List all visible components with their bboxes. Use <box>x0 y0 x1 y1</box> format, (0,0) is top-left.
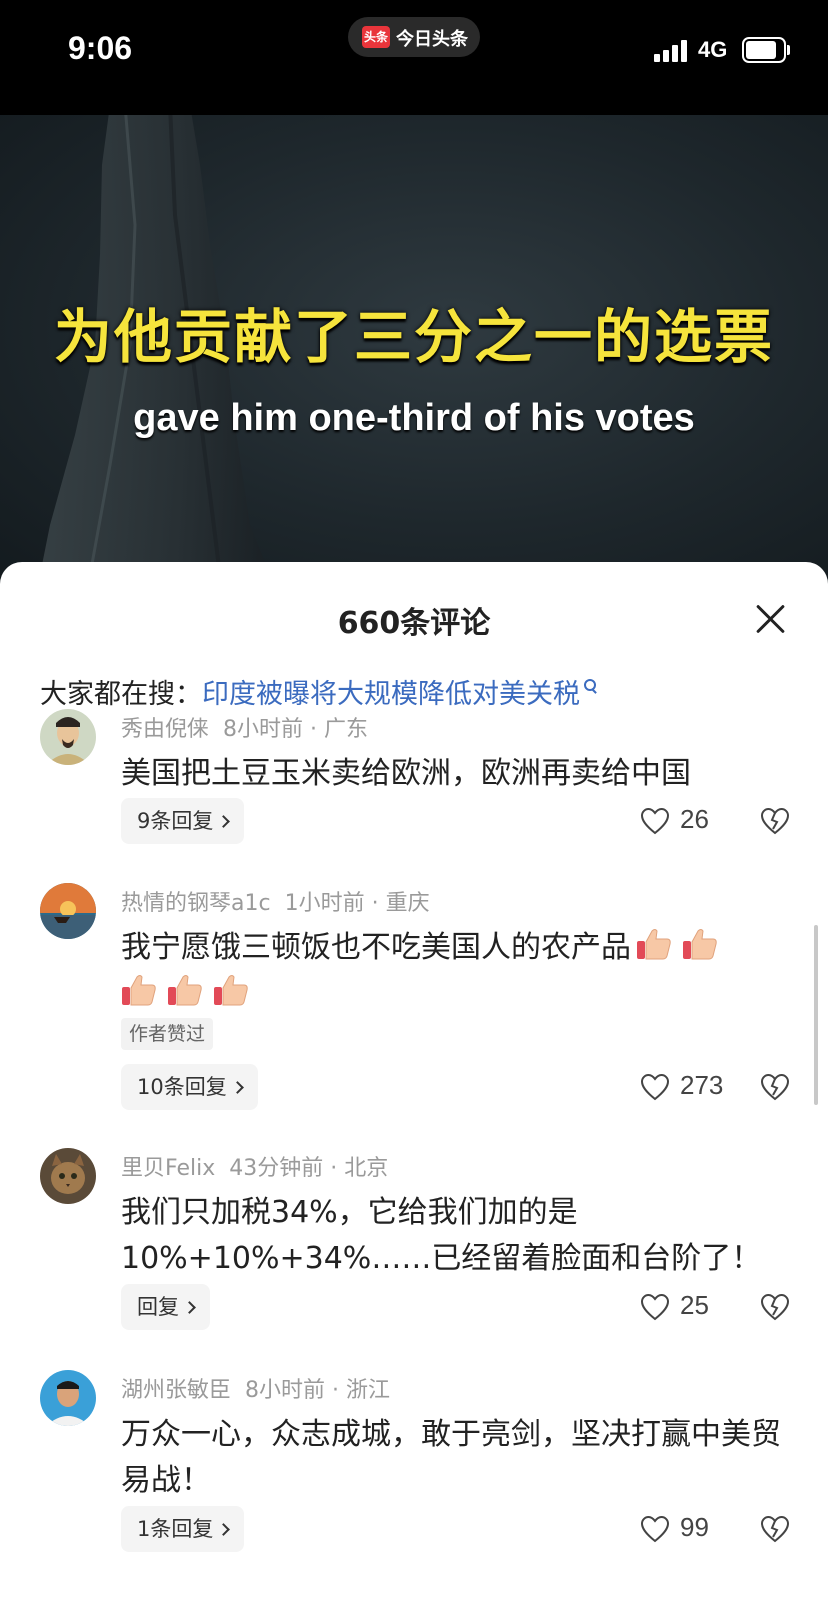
chevron-right-icon <box>230 1081 244 1094</box>
like-count: 26 <box>680 804 709 834</box>
comments-count-title: 660条评论 <box>337 606 491 641</box>
trending-search: 大家都在搜：印度被曝将大规模降低对美关税 <box>40 672 598 711</box>
signal-icon <box>654 38 690 62</box>
heart-icon <box>640 1073 670 1101</box>
comment-time: 8小时前 <box>245 1378 326 1403</box>
comment-time: 43分钟前 <box>229 1156 324 1181</box>
comment-meta: 湖州张敏臣 8小时前 · 浙江 <box>121 1378 391 1403</box>
search-icon[interactable] <box>584 679 598 693</box>
author-liked-badge: 作者赞过 <box>121 1018 214 1050</box>
dislike-icon[interactable] <box>760 1515 790 1543</box>
thumbs-up-emoji <box>636 927 672 961</box>
comment-location: 北京 <box>344 1156 389 1181</box>
comment-location: 重庆 <box>385 891 430 916</box>
close-icon[interactable] <box>754 602 788 636</box>
reply-label: 回复 <box>137 1295 179 1319</box>
avatar[interactable] <box>40 709 96 765</box>
app-name: 今日头条 <box>396 29 468 50</box>
heart-icon <box>640 1515 670 1543</box>
chevron-right-icon <box>217 1523 231 1536</box>
dislike-icon[interactable] <box>760 1293 790 1321</box>
avatar[interactable] <box>40 1370 96 1426</box>
status-bar: 9:06 头条 今日头条 4G <box>0 0 828 115</box>
avatar[interactable] <box>40 1148 96 1204</box>
comment-username[interactable]: 热情的钢琴a1c <box>121 891 271 916</box>
like-count: 25 <box>680 1290 709 1320</box>
view-replies-button[interactable]: 9条回复 <box>121 798 245 844</box>
reply-button[interactable]: 回复 <box>121 1284 210 1330</box>
comment-username[interactable]: 里贝Felix <box>121 1156 215 1181</box>
heart-icon <box>640 1293 670 1321</box>
thumbs-up-emoji <box>213 973 249 1007</box>
comment-username[interactable]: 湖州张敏臣 <box>121 1378 231 1403</box>
comment-location: 浙江 <box>346 1378 391 1403</box>
comments-sheet: 660条评论 大家都在搜：印度被曝将大规模降低对美关税 秀由倪俫 8小时前 · 广… <box>0 562 828 1613</box>
status-time: 9:06 <box>68 30 133 66</box>
like-button[interactable]: 26 <box>640 798 740 844</box>
thumbs-up-emoji <box>167 973 203 1007</box>
video-player[interactable]: 为他贡献了三分之一的选票 gave him one-third of his v… <box>0 115 828 585</box>
video-subtitle-en: gave him one-third of his votes <box>133 397 695 439</box>
dislike-icon[interactable] <box>760 1073 790 1101</box>
like-count: 99 <box>680 1512 709 1542</box>
comment-text: 美国把土豆玉米卖给欧洲，欧洲再卖给中国 <box>121 756 691 791</box>
chevron-right-icon <box>217 815 231 828</box>
network-type: 4G <box>698 37 728 62</box>
thumbs-up-emoji <box>121 973 157 1007</box>
comment-text: 我们只加税34%，它给我们加的是10%+10%+34%……已经留着脸面和台阶了！ <box>121 1195 762 1276</box>
app-indicator[interactable]: 头条 今日头条 <box>348 17 480 57</box>
scrollbar[interactable] <box>814 925 818 1105</box>
view-replies-button[interactable]: 10条回复 <box>121 1064 258 1110</box>
chevron-right-icon <box>183 1301 196 1314</box>
comment-location: 广东 <box>324 717 369 742</box>
like-button[interactable]: 273 <box>640 1064 740 1110</box>
comment-meta: 秀由倪俫 8小时前 · 广东 <box>121 717 369 742</box>
view-replies-label: 1条回复 <box>137 1517 214 1541</box>
dislike-icon[interactable] <box>760 807 790 835</box>
comment-time: 1小时前 <box>284 891 365 916</box>
like-button[interactable]: 99 <box>640 1506 740 1552</box>
view-replies-button[interactable]: 1条回复 <box>121 1506 245 1552</box>
view-replies-label: 9条回复 <box>137 809 214 833</box>
comment-meta: 里贝Felix 43分钟前 · 北京 <box>121 1156 389 1181</box>
trending-search-label: 大家都在搜： <box>40 679 202 710</box>
trending-search-link[interactable]: 印度被曝将大规模降低对美关税 <box>202 679 580 710</box>
comment-username[interactable]: 秀由倪俫 <box>121 717 209 742</box>
thumbs-up-emoji <box>682 927 718 961</box>
comment-time: 8小时前 <box>223 717 304 742</box>
video-subtitle-cn: 为他贡献了三分之一的选票 <box>53 303 774 371</box>
battery-icon <box>742 37 790 63</box>
like-count: 273 <box>680 1070 724 1100</box>
heart-icon <box>640 807 670 835</box>
view-replies-label: 10条回复 <box>137 1075 227 1099</box>
comment-text: 我宁愿饿三顿饭也不吃美国人的农产品 <box>121 930 631 965</box>
comment-text: 万众一心，众志成城，敢于亮剑，坚决打赢中美贸易战！ <box>121 1417 781 1498</box>
like-button[interactable]: 25 <box>640 1284 740 1330</box>
comment-text-block: 我宁愿饿三顿饭也不吃美国人的农产品 <box>121 925 781 1017</box>
avatar[interactable] <box>40 883 96 939</box>
comment-meta: 热情的钢琴a1c 1小时前 · 重庆 <box>121 891 430 916</box>
app-logo-icon: 头条 <box>362 26 390 48</box>
